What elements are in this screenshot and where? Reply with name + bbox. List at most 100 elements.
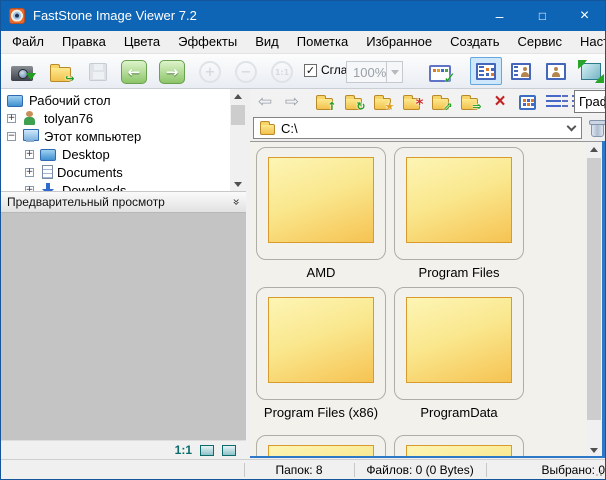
folder-thumbnail[interactable] [394, 435, 524, 457]
collapse-chevron-icon[interactable]: » [229, 198, 243, 205]
tree-label[interactable]: Desktop [62, 147, 110, 162]
folder-cell-amd: AMD [256, 147, 386, 280]
preview-zoom-ratio[interactable]: 1:1 [175, 443, 192, 457]
tree-expander-plus[interactable]: + [25, 150, 34, 159]
smooth-checkbox[interactable]: ✓ [304, 64, 317, 77]
scroll-up-icon[interactable] [230, 89, 246, 103]
preview-fullscreen-icon[interactable] [222, 445, 236, 456]
person-glyph [552, 72, 560, 77]
folder-thumbnail[interactable] [394, 287, 524, 400]
new-folder-button[interactable]: * [398, 90, 424, 114]
actual-size-button-disabled[interactable]: 1:1 [267, 58, 297, 86]
scroll-down-icon[interactable] [586, 443, 602, 457]
file-grid[interactable]: AMD Program Files Program Files (x86) Pr… [250, 141, 606, 457]
view-browser-button[interactable] [470, 57, 502, 85]
display-options-button[interactable]: ✓ [425, 58, 455, 86]
scrollbar-thumb[interactable] [587, 158, 601, 420]
scroll-down-icon[interactable] [230, 177, 246, 191]
open-file-button[interactable]: ↪ [45, 58, 75, 86]
close-button[interactable]: × [564, 1, 605, 31]
previous-image-button[interactable]: ← [119, 58, 149, 86]
pane-focus-border [602, 141, 605, 457]
folder-image [268, 157, 374, 243]
tree-expander-plus[interactable]: + [7, 114, 16, 123]
computer-icon [22, 129, 38, 143]
menu-edit[interactable]: Правка [53, 31, 115, 53]
maximize-button[interactable]: □ [521, 1, 564, 31]
menu-view[interactable]: Вид [246, 31, 288, 53]
folder-move-icon: ⇒ [461, 98, 478, 110]
tree-item-documents[interactable]: + Documents [25, 163, 246, 181]
up-folder-button[interactable]: ↑ [311, 90, 337, 114]
tree-expander-minus[interactable]: − [7, 132, 16, 141]
tree-item-downloads[interactable]: + Downloads [25, 181, 246, 191]
thumbnail-view-button[interactable] [514, 90, 540, 114]
zoom-out-button-disabled[interactable]: − [231, 58, 261, 86]
grid-scrollbar[interactable] [586, 142, 602, 457]
tree-label[interactable]: Этот компьютер [44, 129, 141, 144]
folder-name[interactable]: Program Files (x86) [256, 405, 386, 420]
main-toolbar: ↪ ← → + − 1:1 ✓ Сглаж. 100% [1, 54, 605, 89]
folder-cell-partial [256, 435, 386, 457]
view-browser-image-button[interactable] [507, 57, 535, 85]
folder-name[interactable]: Program Files [394, 265, 524, 280]
fit-window-icon[interactable] [200, 445, 214, 456]
menu-colors[interactable]: Цвета [115, 31, 169, 53]
zoom-in-button-disabled[interactable]: + [195, 58, 225, 86]
preview-panel-header[interactable]: Предварительный просмотр » [1, 191, 246, 213]
tree-label[interactable]: tolyan76 [44, 111, 93, 126]
forward-button[interactable]: ⇨ [279, 90, 305, 114]
menu-tools[interactable]: Сервис [509, 31, 572, 53]
resize-grip[interactable] [600, 474, 602, 476]
folder-copy-icon: ⇗ [432, 98, 449, 110]
next-image-button[interactable]: → [157, 58, 187, 86]
browser-toolbar: ⇦ ⇨ ↑ ↻ ★ * ⇗ [250, 89, 606, 115]
menu-file[interactable]: Файл [3, 31, 53, 53]
menu-tag[interactable]: Пометка [288, 31, 357, 53]
fullscreen-button[interactable] [577, 57, 605, 85]
folder-thumbnail[interactable] [256, 287, 386, 400]
refresh-button[interactable]: ↻ [340, 90, 366, 114]
save-button-disabled[interactable] [83, 58, 113, 86]
file-filter-combobox[interactable]: Граф [574, 90, 606, 113]
folder-thumbnail[interactable] [394, 147, 524, 260]
tree-label[interactable]: Downloads [62, 183, 126, 192]
scroll-up-icon[interactable] [586, 142, 602, 156]
back-arrow-icon: ⇦ [258, 92, 272, 112]
scrollbar-thumb[interactable] [231, 105, 245, 125]
move-to-folder-button[interactable]: ⇒ [456, 90, 482, 114]
menu-favorites[interactable]: Избранное [357, 31, 441, 53]
folder-thumbnail[interactable] [256, 147, 386, 260]
tree-item-desktop[interactable]: + Desktop [25, 145, 246, 163]
favorites-button[interactable]: ★ [369, 90, 395, 114]
fullscreen-icon [581, 63, 601, 80]
folder-name[interactable]: AMD [256, 265, 386, 280]
path-combobox[interactable]: C:\ [253, 117, 582, 139]
title-bar[interactable]: FastStone Image Viewer 7.2 – □ × [1, 1, 605, 31]
menu-create[interactable]: Создать [441, 31, 508, 53]
dropdown-chevron-icon[interactable] [567, 121, 577, 131]
copy-to-folder-button[interactable]: ⇗ [427, 90, 453, 114]
app-logo-icon [9, 8, 25, 24]
folder-name[interactable]: ProgramData [394, 405, 524, 420]
tree-item-this-computer[interactable]: − Этот компьютер [7, 127, 235, 145]
view-image-button[interactable] [542, 57, 570, 85]
delete-button[interactable]: × [487, 90, 513, 114]
acquire-camera-button[interactable] [7, 58, 37, 86]
document-icon [42, 165, 53, 179]
tree-item-desktop-root[interactable]: Рабочий стол [7, 91, 235, 109]
back-button[interactable]: ⇦ [252, 90, 278, 114]
recycle-bin-button[interactable] [587, 118, 606, 138]
minimize-button[interactable]: – [478, 1, 521, 31]
menu-effects[interactable]: Эффекты [169, 31, 246, 53]
menu-settings[interactable]: Настройки [571, 31, 606, 53]
tree-scrollbar[interactable] [230, 89, 246, 191]
tree-item-tolyan76[interactable]: + tolyan76 [7, 109, 235, 127]
zoom-combo-arrow-icon[interactable] [386, 62, 402, 82]
tree-label[interactable]: Documents [57, 165, 123, 180]
zoom-percent-combobox[interactable]: 100% [346, 61, 403, 83]
folder-image [406, 157, 512, 243]
tree-expander-plus[interactable]: + [25, 168, 34, 177]
tree-label[interactable]: Рабочий стол [29, 93, 111, 108]
folder-thumbnail[interactable] [256, 435, 386, 457]
